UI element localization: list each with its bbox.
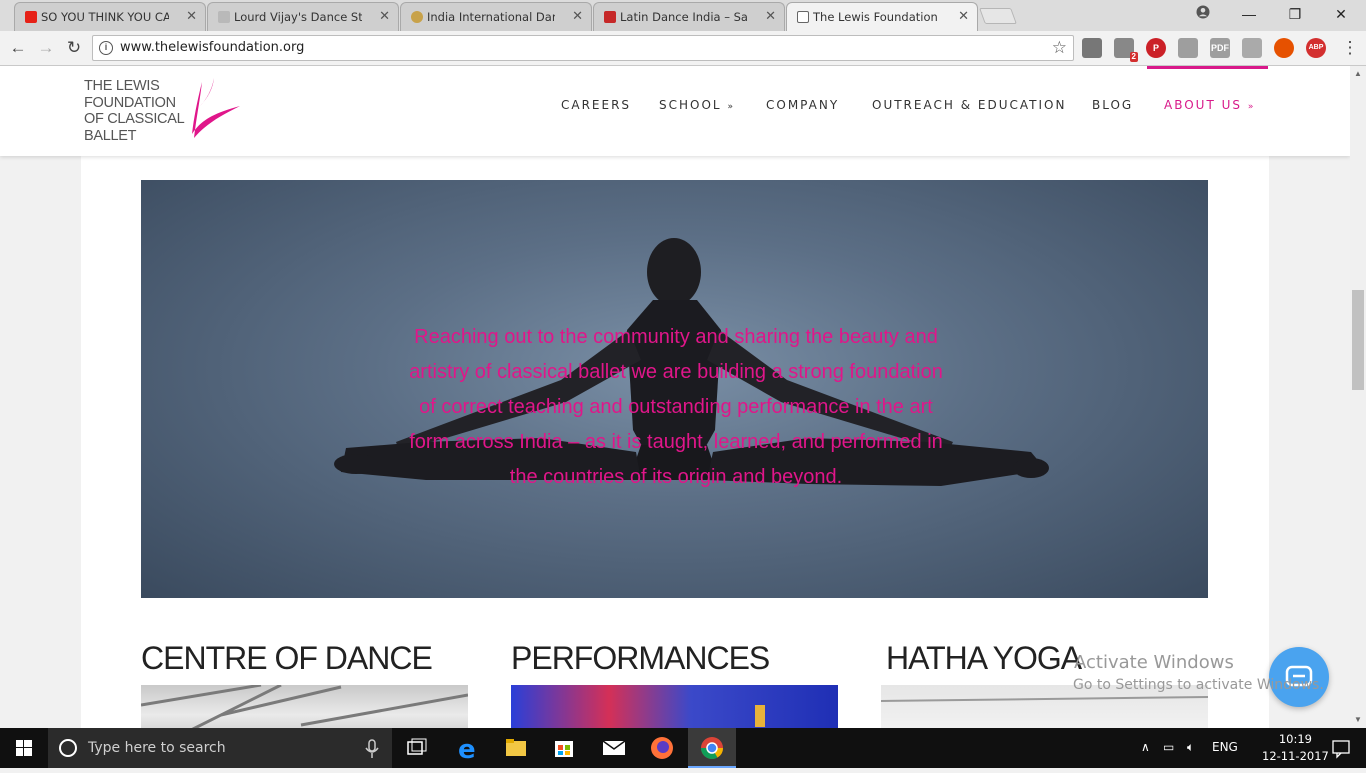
hero-banner: Reaching out to the community and sharin… <box>141 180 1208 598</box>
address-bar[interactable]: i www.thelewisfoundation.org ☆ <box>92 35 1074 61</box>
scrollbar-thumb[interactable] <box>1352 290 1364 390</box>
mail-icon[interactable] <box>590 728 638 768</box>
input-language[interactable]: ENG <box>1212 740 1238 754</box>
start-button[interactable] <box>0 728 48 768</box>
back-button[interactable]: ← <box>6 37 30 59</box>
bookmark-star-icon[interactable]: ☆ <box>1052 38 1067 58</box>
ballet-logo-icon <box>192 78 240 138</box>
browser-tab-1[interactable]: SO YOU THINK YOU CAN ✕ <box>14 2 206 31</box>
tab-title: Lourd Vijay's Dance Stud <box>234 10 362 24</box>
close-window-button[interactable]: ✕ <box>1318 0 1364 31</box>
reload-button[interactable]: ↻ <box>62 37 86 59</box>
minimize-button[interactable]: — <box>1226 0 1272 31</box>
close-tab-icon[interactable]: ✕ <box>379 8 390 24</box>
close-tab-icon[interactable]: ✕ <box>572 8 583 24</box>
extension-icon-1[interactable] <box>1082 38 1102 58</box>
site-logo[interactable]: THE LEWIS FOUNDATION OF CLASSICAL BALLET <box>84 78 185 144</box>
close-tab-icon[interactable]: ✕ <box>186 8 197 24</box>
chevron-down-icon: » <box>1247 102 1256 112</box>
logo-line: OF CLASSICAL <box>84 111 185 127</box>
section-title-hatha-yoga[interactable]: HATHA YOGA <box>886 640 1082 677</box>
search-placeholder: Type here to search <box>88 740 226 756</box>
site-favicon-icon <box>218 11 230 23</box>
browser-tab-5[interactable]: The Lewis Foundation of ✕ <box>786 2 978 31</box>
nav-outreach-education[interactable]: OUTREACH & EDUCATION <box>872 98 1066 112</box>
extension-icon-6[interactable] <box>1242 38 1262 58</box>
scroll-up-arrow-icon[interactable]: ▲ <box>1350 66 1366 82</box>
nav-label: ABOUT US <box>1164 98 1243 112</box>
site-header: THE LEWIS FOUNDATION OF CLASSICAL BALLET… <box>0 66 1350 156</box>
new-tab-button[interactable] <box>979 8 1017 24</box>
hero-mission-text: Reaching out to the community and sharin… <box>409 326 943 488</box>
profile-icon[interactable] <box>1180 0 1226 31</box>
pinterest-icon[interactable]: P <box>1146 38 1166 58</box>
page-icon <box>797 11 809 23</box>
activate-windows-watermark: Activate Windows <box>1074 652 1234 673</box>
url-text[interactable]: www.thelewisfoundation.org <box>120 40 304 55</box>
nav-label: SCHOOL <box>659 98 722 112</box>
performances-thumbnail[interactable] <box>511 685 838 728</box>
site-favicon-icon <box>411 11 423 23</box>
youtube-icon <box>25 11 37 23</box>
studio-ceiling-image <box>141 685 468 728</box>
extension-badge: 2 <box>1129 52 1138 62</box>
tab-title: India International Dance <box>427 10 555 24</box>
browser-toolbar: ← → ↻ i www.thelewisfoundation.org ☆ 2 P… <box>0 31 1366 66</box>
nav-active-indicator <box>1147 66 1268 69</box>
microphone-icon[interactable] <box>364 739 380 759</box>
section-title-centre-of-dance[interactable]: CENTRE OF DANCE <box>141 640 433 677</box>
browser-tab-2[interactable]: Lourd Vijay's Dance Stud ✕ <box>207 2 399 31</box>
acrobat-icon[interactable] <box>1178 38 1198 58</box>
logo-line: FOUNDATION <box>84 94 176 111</box>
adblock-icon[interactable]: ABP <box>1306 38 1326 58</box>
network-icon[interactable]: ▭ <box>1163 740 1174 754</box>
browser-tab-3[interactable]: India International Dance ✕ <box>400 2 592 31</box>
chevron-down-icon: » <box>727 102 735 112</box>
volume-icon[interactable]: 🔈︎ <box>1187 740 1194 755</box>
logo-line: THE LEWIS <box>84 78 160 94</box>
site-favicon-icon <box>604 11 616 23</box>
maximize-button[interactable]: ❐ <box>1272 0 1318 31</box>
show-hidden-icons-icon[interactable]: ∧ <box>1141 740 1150 754</box>
logo-line: BALLET <box>84 127 137 144</box>
nav-blog[interactable]: BLOG <box>1092 98 1133 112</box>
task-view-icon[interactable] <box>392 728 440 768</box>
nav-company[interactable]: COMPANY <box>766 98 839 112</box>
scroll-down-arrow-icon[interactable]: ▼ <box>1350 712 1366 728</box>
taskbar-search-box[interactable]: Type here to search <box>48 728 392 768</box>
tab-title: Latin Dance India – Salsa <box>620 10 748 24</box>
chrome-icon[interactable] <box>688 728 736 768</box>
file-explorer-icon[interactable] <box>492 728 540 768</box>
activate-windows-hint: Go to Settings to activate Windows. <box>1073 677 1324 693</box>
tab-strip: SO YOU THINK YOU CAN ✕ Lourd Vijay's Dan… <box>0 0 1366 31</box>
browser-menu-icon[interactable]: ⋮ <box>1338 37 1362 59</box>
close-tab-icon[interactable]: ✕ <box>765 8 776 24</box>
nav-careers[interactable]: CAREERS <box>561 98 631 112</box>
action-center-icon[interactable] <box>1318 728 1366 768</box>
section-title-performances[interactable]: PERFORMANCES <box>511 640 770 677</box>
page-scrollbar[interactable]: ▲ ▼ <box>1350 66 1366 728</box>
windows-logo-icon <box>16 740 32 756</box>
site-info-icon[interactable]: i <box>99 41 113 55</box>
store-icon[interactable] <box>540 728 588 768</box>
pdf-icon[interactable]: PDF <box>1210 38 1230 58</box>
forward-button[interactable]: → <box>34 37 58 59</box>
tab-title: The Lewis Foundation of <box>813 10 941 24</box>
svg-text:e: e <box>458 735 476 765</box>
extension-icon-2[interactable]: 2 <box>1114 38 1138 62</box>
stage-performance-image <box>755 705 765 727</box>
centre-of-dance-thumbnail[interactable] <box>141 685 468 728</box>
fire-icon[interactable] <box>1274 38 1294 58</box>
firefox-icon[interactable] <box>638 728 686 768</box>
nav-school[interactable]: SCHOOL » <box>659 98 735 112</box>
tab-title: SO YOU THINK YOU CAN <box>41 10 169 24</box>
page-viewport: THE LEWIS FOUNDATION OF CLASSICAL BALLET… <box>0 66 1350 728</box>
nav-about-us[interactable]: ABOUT US » <box>1164 98 1255 112</box>
close-tab-icon[interactable]: ✕ <box>958 8 969 24</box>
windows-taskbar: Type here to search e ∧ ▭ 🔈︎ ENG 10:19 1… <box>0 728 1366 768</box>
browser-tab-4[interactable]: Latin Dance India – Salsa ✕ <box>593 2 785 31</box>
edge-browser-icon[interactable]: e <box>444 728 492 768</box>
